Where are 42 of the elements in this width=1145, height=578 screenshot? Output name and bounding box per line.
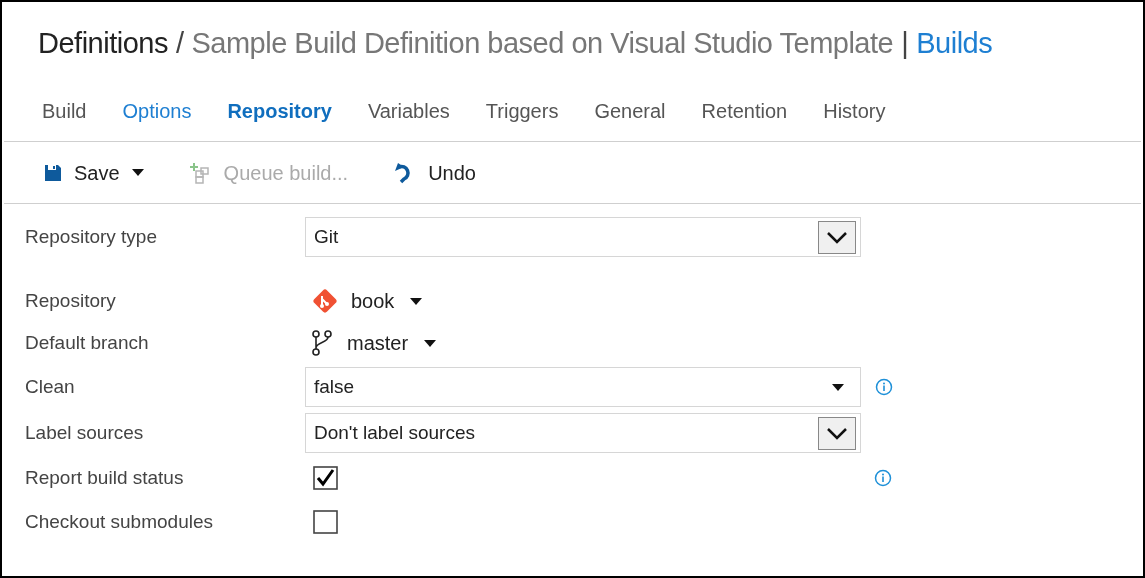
checkbox[interactable] (313, 466, 339, 490)
dropdown-field[interactable]: false (305, 367, 861, 407)
caret-icon (131, 169, 144, 176)
field-label: Checkout submodules (25, 509, 214, 534)
checkbox[interactable] (313, 510, 339, 534)
hub-link[interactable]: Builds (916, 22, 993, 66)
toolbar-button[interactable]: Undo (394, 157, 476, 188)
dropdown-value: false (314, 374, 355, 399)
queue-icon (189, 161, 212, 184)
field-label: Label sources (25, 420, 145, 445)
tab[interactable]: Options (122, 95, 192, 126)
field-label: Report build status (25, 465, 185, 490)
tab[interactable]: Build (42, 95, 87, 126)
branch-icon (311, 330, 335, 356)
dropdown-value: Git (314, 224, 339, 249)
tab[interactable]: Triggers (485, 95, 559, 126)
title-divider: | (901, 26, 909, 61)
caret-icon (832, 383, 844, 391)
chevron-down-icon (818, 416, 856, 450)
toolbar-button[interactable]: Save (44, 157, 144, 188)
page-title: Sample Build Definition based on Visual Studio Template (191, 26, 894, 61)
chevron-down-icon (818, 220, 856, 254)
field-label: Repository (25, 288, 117, 313)
field-label: Default branch (25, 330, 150, 355)
dropdown-value: Don't label sources (314, 420, 475, 445)
caret-icon (424, 339, 437, 347)
tab[interactable]: Variables (367, 95, 450, 126)
branch-picker[interactable]: master (305, 328, 437, 358)
info-icon[interactable] (875, 378, 893, 396)
caret-icon (410, 297, 423, 305)
breadcrumb-link[interactable]: Definitions (38, 22, 168, 66)
repository-picker[interactable]: book (305, 286, 423, 316)
field-label: Repository type (25, 224, 158, 249)
tab[interactable]: Repository (227, 95, 332, 126)
tab[interactable]: Retention (701, 95, 788, 126)
tab[interactable]: General (594, 95, 666, 126)
info-icon[interactable] (874, 469, 892, 487)
breadcrumb-separator: / (175, 26, 184, 61)
field-label: Clean (25, 374, 76, 399)
dropdown-field[interactable]: Git (305, 217, 861, 257)
tab[interactable]: History (823, 95, 886, 126)
dropdown-field[interactable]: Don't label sources (305, 413, 861, 453)
